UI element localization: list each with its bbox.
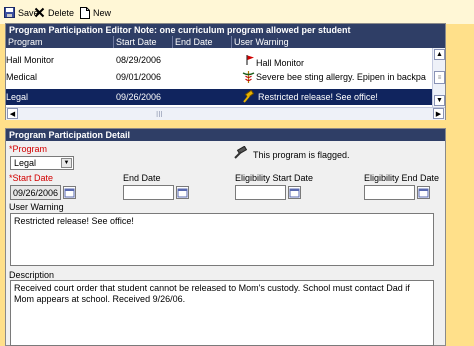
delete-label: Delete — [48, 7, 75, 18]
scroll-left-icon[interactable]: ◀ — [7, 108, 18, 119]
scroll-right-icon[interactable]: ▶ — [433, 108, 444, 119]
floppy-disk-icon — [4, 7, 15, 18]
scroll-grip[interactable]: III — [156, 110, 163, 119]
editor-title: Program Participation Editor Note: one c… — [6, 24, 445, 36]
table-row[interactable]: Hall Monitor 08/29/2006 Hall Monitor — [6, 52, 434, 68]
column-header-end-date[interactable]: End Date — [173, 36, 232, 48]
flag-message: This program is flagged. — [253, 150, 350, 160]
calendar-icon[interactable] — [417, 186, 430, 199]
program-participation-detail: Program Participation Detail *Program Le… — [5, 128, 446, 346]
program-participation-editor: Program Participation Editor Note: one c… — [5, 23, 446, 120]
cell-program: Medical — [6, 72, 38, 82]
grid-header: Program Start Date End Date User Warning — [6, 36, 445, 48]
scroll-up-icon[interactable]: ▲ — [434, 49, 445, 60]
eligibility-start-date-label: Eligibility Start Date — [235, 173, 314, 183]
legal-gavel-icon — [233, 145, 249, 160]
calendar-icon[interactable] — [176, 186, 189, 199]
cell-warning: Restricted release! See office! — [258, 92, 378, 102]
vertical-scrollbar[interactable]: ▲ ≡ ▼ — [432, 48, 445, 107]
end-date-label: End Date — [123, 173, 161, 183]
table-row-selected[interactable]: Legal 09/26/2006 Restricted release! See… — [6, 89, 434, 105]
delete-x-icon — [34, 7, 45, 18]
scroll-down-icon[interactable]: ▼ — [434, 95, 445, 106]
column-header-user-warning[interactable]: User Warning — [232, 36, 434, 48]
scroll-thumb-grip-icon[interactable]: ≡ — [434, 71, 445, 84]
description-textarea[interactable]: Received court order that student cannot… — [10, 280, 434, 346]
start-date-field[interactable] — [10, 185, 61, 200]
calendar-icon[interactable] — [288, 186, 301, 199]
user-warning-textarea[interactable]: Restricted release! See office! — [10, 213, 434, 266]
cell-warning: Severe bee sting allergy. Epipen in back… — [256, 72, 426, 82]
new-document-icon — [80, 6, 90, 19]
column-header-start-date[interactable]: Start Date — [114, 36, 173, 48]
end-date-field[interactable] — [123, 185, 174, 200]
cell-program: Hall Monitor — [6, 55, 55, 65]
start-date-label: *Start Date — [9, 173, 54, 183]
new-button[interactable]: New — [80, 6, 111, 19]
program-label: *Program — [9, 144, 48, 154]
cell-start-date: 08/29/2006 — [116, 55, 162, 65]
program-select[interactable]: Legal ▼ — [10, 156, 74, 170]
program-select-value: Legal — [14, 158, 37, 168]
cell-start-date: 09/01/2006 — [116, 72, 162, 82]
toolbar: Save Delete New — [0, 0, 474, 24]
delete-button[interactable]: Delete — [34, 6, 74, 19]
eligibility-start-date-field[interactable] — [235, 185, 286, 200]
description-label: Description — [9, 270, 55, 280]
eligibility-end-date-label: Eligibility End Date — [364, 173, 440, 183]
new-label: New — [93, 7, 112, 18]
calendar-icon[interactable] — [63, 186, 76, 199]
red-flag-icon — [244, 54, 256, 66]
medical-caduceus-icon — [242, 70, 255, 84]
horizontal-scrollbar[interactable]: ◀ III ▶ — [6, 107, 445, 120]
column-header-program[interactable]: Program — [6, 36, 114, 48]
eligibility-end-date-field[interactable] — [364, 185, 415, 200]
legal-gavel-icon — [242, 90, 256, 104]
user-warning-label: User Warning — [9, 202, 64, 212]
table-row[interactable]: Medical 09/01/2006 Severe bee sting alle… — [6, 69, 434, 85]
chevron-down-icon[interactable]: ▼ — [61, 158, 72, 168]
detail-title: Program Participation Detail — [6, 129, 445, 141]
cell-start-date: 09/26/2006 — [116, 92, 162, 102]
cell-program: Legal — [6, 92, 29, 102]
